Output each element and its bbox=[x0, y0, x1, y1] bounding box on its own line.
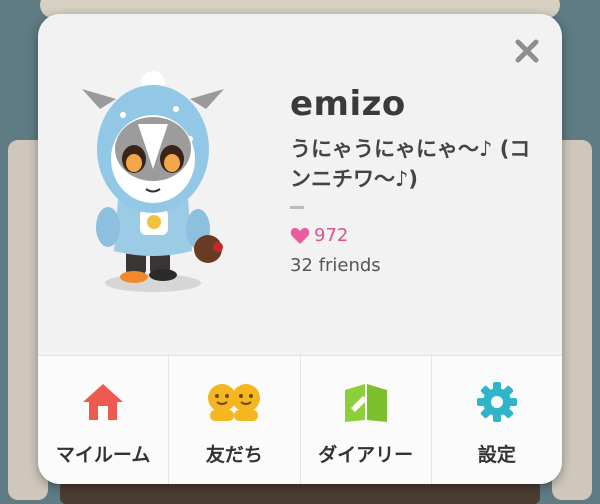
status-message: うにゃうにゃにゃ〜♪ (コンニチワ〜♪) bbox=[290, 137, 531, 191]
gear-icon bbox=[467, 380, 527, 424]
friends-icon bbox=[204, 380, 264, 424]
house-icon bbox=[73, 380, 133, 424]
nav-diary[interactable]: ダイアリー bbox=[301, 356, 432, 484]
avatar bbox=[68, 69, 238, 299]
divider bbox=[290, 206, 304, 209]
nav-label-friends: 友だち bbox=[205, 444, 263, 466]
profile-dialog: emizo うにゃうにゃにゃ〜♪ (コンニチワ〜♪) 972 32 friend… bbox=[38, 14, 562, 484]
nav-label-settings: 設定 bbox=[477, 444, 516, 466]
nav-label-diary: ダイアリー bbox=[318, 444, 414, 466]
close-icon bbox=[515, 39, 539, 63]
likes-count: 972 bbox=[314, 225, 349, 246]
username: emizo bbox=[290, 84, 406, 124]
close-button[interactable] bbox=[510, 34, 544, 68]
likes-count-row[interactable]: 972 bbox=[290, 225, 550, 247]
nav-label-my-room: マイルーム bbox=[55, 444, 151, 466]
profile-info: emizo うにゃうにゃにゃ〜♪ (コンニチワ〜♪) 972 32 friend… bbox=[290, 84, 550, 277]
heart-icon bbox=[290, 227, 310, 244]
bottom-nav: マイルーム 友だち ダイアリー 設定 bbox=[38, 355, 562, 484]
nav-my-room[interactable]: マイルーム bbox=[38, 356, 170, 484]
nav-friends[interactable]: 友だち bbox=[169, 356, 301, 484]
friends-count[interactable]: 32 friends bbox=[290, 255, 550, 277]
nav-settings[interactable]: 設定 bbox=[432, 356, 562, 484]
diary-icon bbox=[336, 380, 396, 424]
